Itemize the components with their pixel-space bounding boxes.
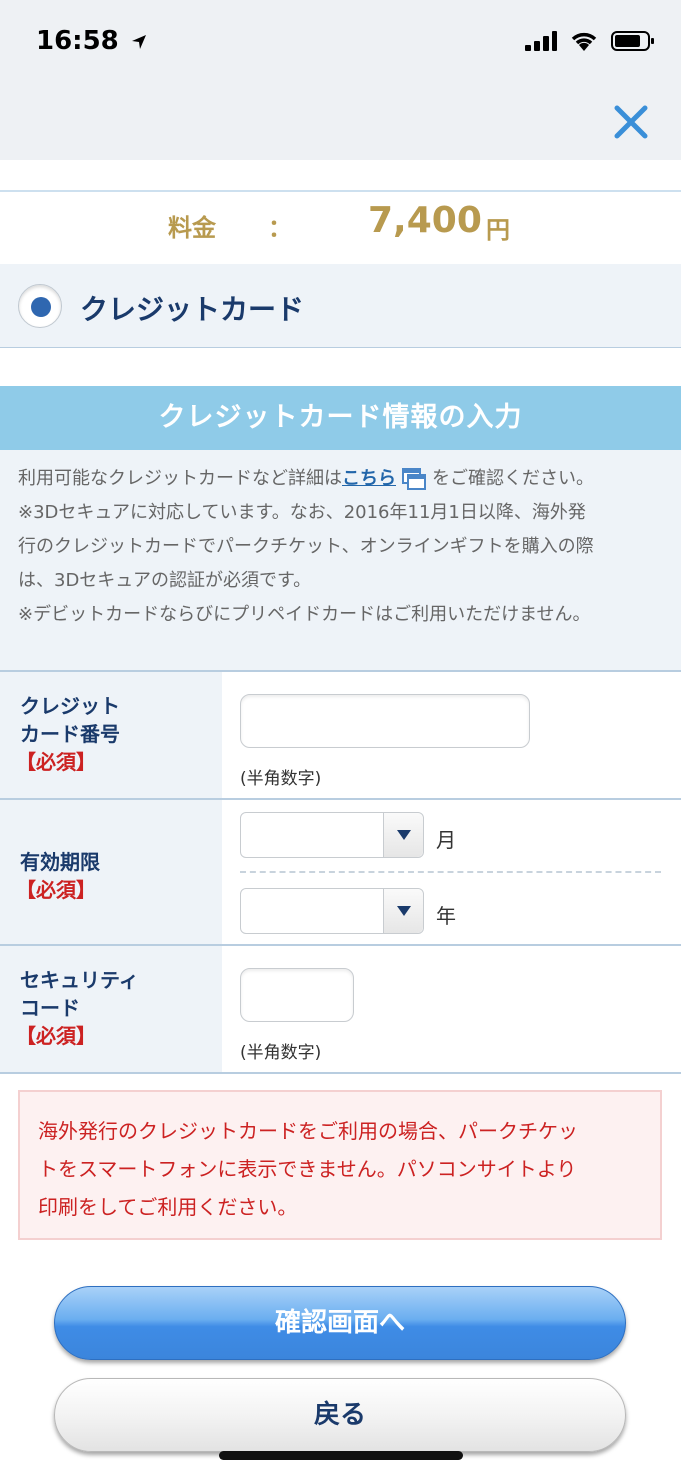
label-text: コード xyxy=(20,996,80,1020)
payment-method-label: クレジットカード xyxy=(80,293,305,326)
card-form: クレジット カード番号 【必須】 (半角数字) 有効期限 【必須】 月 年 セキ… xyxy=(0,670,681,1074)
expiry-label: 有効期限 【必須】 xyxy=(0,800,222,944)
payment-method-option[interactable]: クレジットカード xyxy=(0,264,681,348)
security-code-row: セキュリティ コード 【必須】 (半角数字) xyxy=(0,946,681,1074)
card-number-label: クレジット カード番号 【必須】 xyxy=(0,672,222,798)
new-window-icon[interactable] xyxy=(402,468,426,490)
label-text: セキュリティ xyxy=(20,968,139,992)
month-unit: 月 xyxy=(436,828,456,852)
label-text: 有効期限 xyxy=(20,850,100,874)
security-code-field-cell: (半角数字) xyxy=(222,946,681,1072)
cellular-signal-icon xyxy=(525,31,557,51)
chevron-down-icon[interactable] xyxy=(383,813,423,857)
required-badge: 【必須】 xyxy=(16,1024,96,1048)
location-arrow-icon xyxy=(131,34,146,49)
expiry-year-select[interactable] xyxy=(240,888,424,934)
price-label: 料金 xyxy=(168,214,216,242)
divider xyxy=(240,871,661,873)
warning-text: トをスマートフォンに表示できません。パソコンサイトより xyxy=(38,1157,577,1181)
info-text: をご確認ください。 xyxy=(432,468,594,489)
close-icon[interactable] xyxy=(611,102,651,142)
required-badge: 【必須】 xyxy=(16,878,96,902)
confirm-button[interactable]: 確認画面へ xyxy=(54,1286,626,1360)
warning-text: 海外発行のクレジットカードをご利用の場合、パークチケッ xyxy=(38,1119,578,1143)
clock-text: 16:58 xyxy=(36,26,119,56)
status-icons xyxy=(525,30,655,52)
section-header: クレジットカード情報の入力 xyxy=(0,386,681,450)
status-time: 16:58 xyxy=(36,26,148,56)
year-unit: 年 xyxy=(436,904,456,928)
security-code-input[interactable] xyxy=(240,968,354,1022)
label-text: カード番号 xyxy=(20,722,120,746)
price-colon: ： xyxy=(268,214,292,242)
card-number-field-cell: (半角数字) xyxy=(222,672,681,798)
security-code-hint: (半角数字) xyxy=(240,1043,322,1063)
expiry-field-cell: 月 年 xyxy=(222,800,681,944)
price-row: 料金 ： 7,400 円 xyxy=(0,190,681,264)
info-text: 利用可能なクレジットカードなど詳細は xyxy=(18,468,342,489)
info-line-5: ※デビットカードならびにプリペイドカードはご利用いただけません。 xyxy=(18,604,591,625)
credit-card-radio[interactable] xyxy=(18,284,62,328)
label-text: クレジット xyxy=(20,694,120,718)
info-line-4: は、3Dセキュアの認証が必須です。 xyxy=(18,570,312,591)
info-box: 利用可能なクレジットカードなど詳細はこちら をご確認ください。 ※3Dセキュアに… xyxy=(0,450,681,670)
card-number-hint: (半角数字) xyxy=(240,769,322,789)
radio-selected-dot xyxy=(31,297,51,317)
required-badge: 【必須】 xyxy=(16,750,96,774)
status-bar: 16:58 xyxy=(0,0,681,90)
expiry-month-select[interactable] xyxy=(240,812,424,858)
info-line-1: 利用可能なクレジットカードなど詳細はこちら をご確認ください。 xyxy=(18,462,661,496)
card-number-row: クレジット カード番号 【必須】 (半角数字) xyxy=(0,672,681,800)
info-line-3: 行のクレジットカードでパークチケット、オンラインギフトを購入の際 xyxy=(18,536,594,557)
price-value: 7,400 xyxy=(368,200,482,241)
nav-bar xyxy=(0,90,681,160)
wifi-icon xyxy=(571,32,597,51)
back-button[interactable]: 戻る xyxy=(54,1378,626,1452)
security-code-label: セキュリティ コード 【必須】 xyxy=(0,946,222,1072)
battery-icon xyxy=(611,31,654,51)
section-title: クレジットカード情報の入力 xyxy=(158,402,523,433)
overseas-card-warning: 海外発行のクレジットカードをご利用の場合、パークチケッ トをスマートフォンに表示… xyxy=(18,1090,662,1240)
card-number-input[interactable] xyxy=(240,694,530,748)
home-indicator xyxy=(219,1451,463,1460)
details-link[interactable]: こちら xyxy=(342,468,396,489)
price-unit: 円 xyxy=(486,216,510,244)
warning-text: 印刷をしてご利用ください。 xyxy=(38,1195,298,1219)
expiry-row: 有効期限 【必須】 月 年 xyxy=(0,800,681,946)
info-line-2: ※3Dセキュアに対応しています。なお、2016年11月1日以降、海外発 xyxy=(18,502,586,523)
chevron-down-icon[interactable] xyxy=(383,889,423,933)
